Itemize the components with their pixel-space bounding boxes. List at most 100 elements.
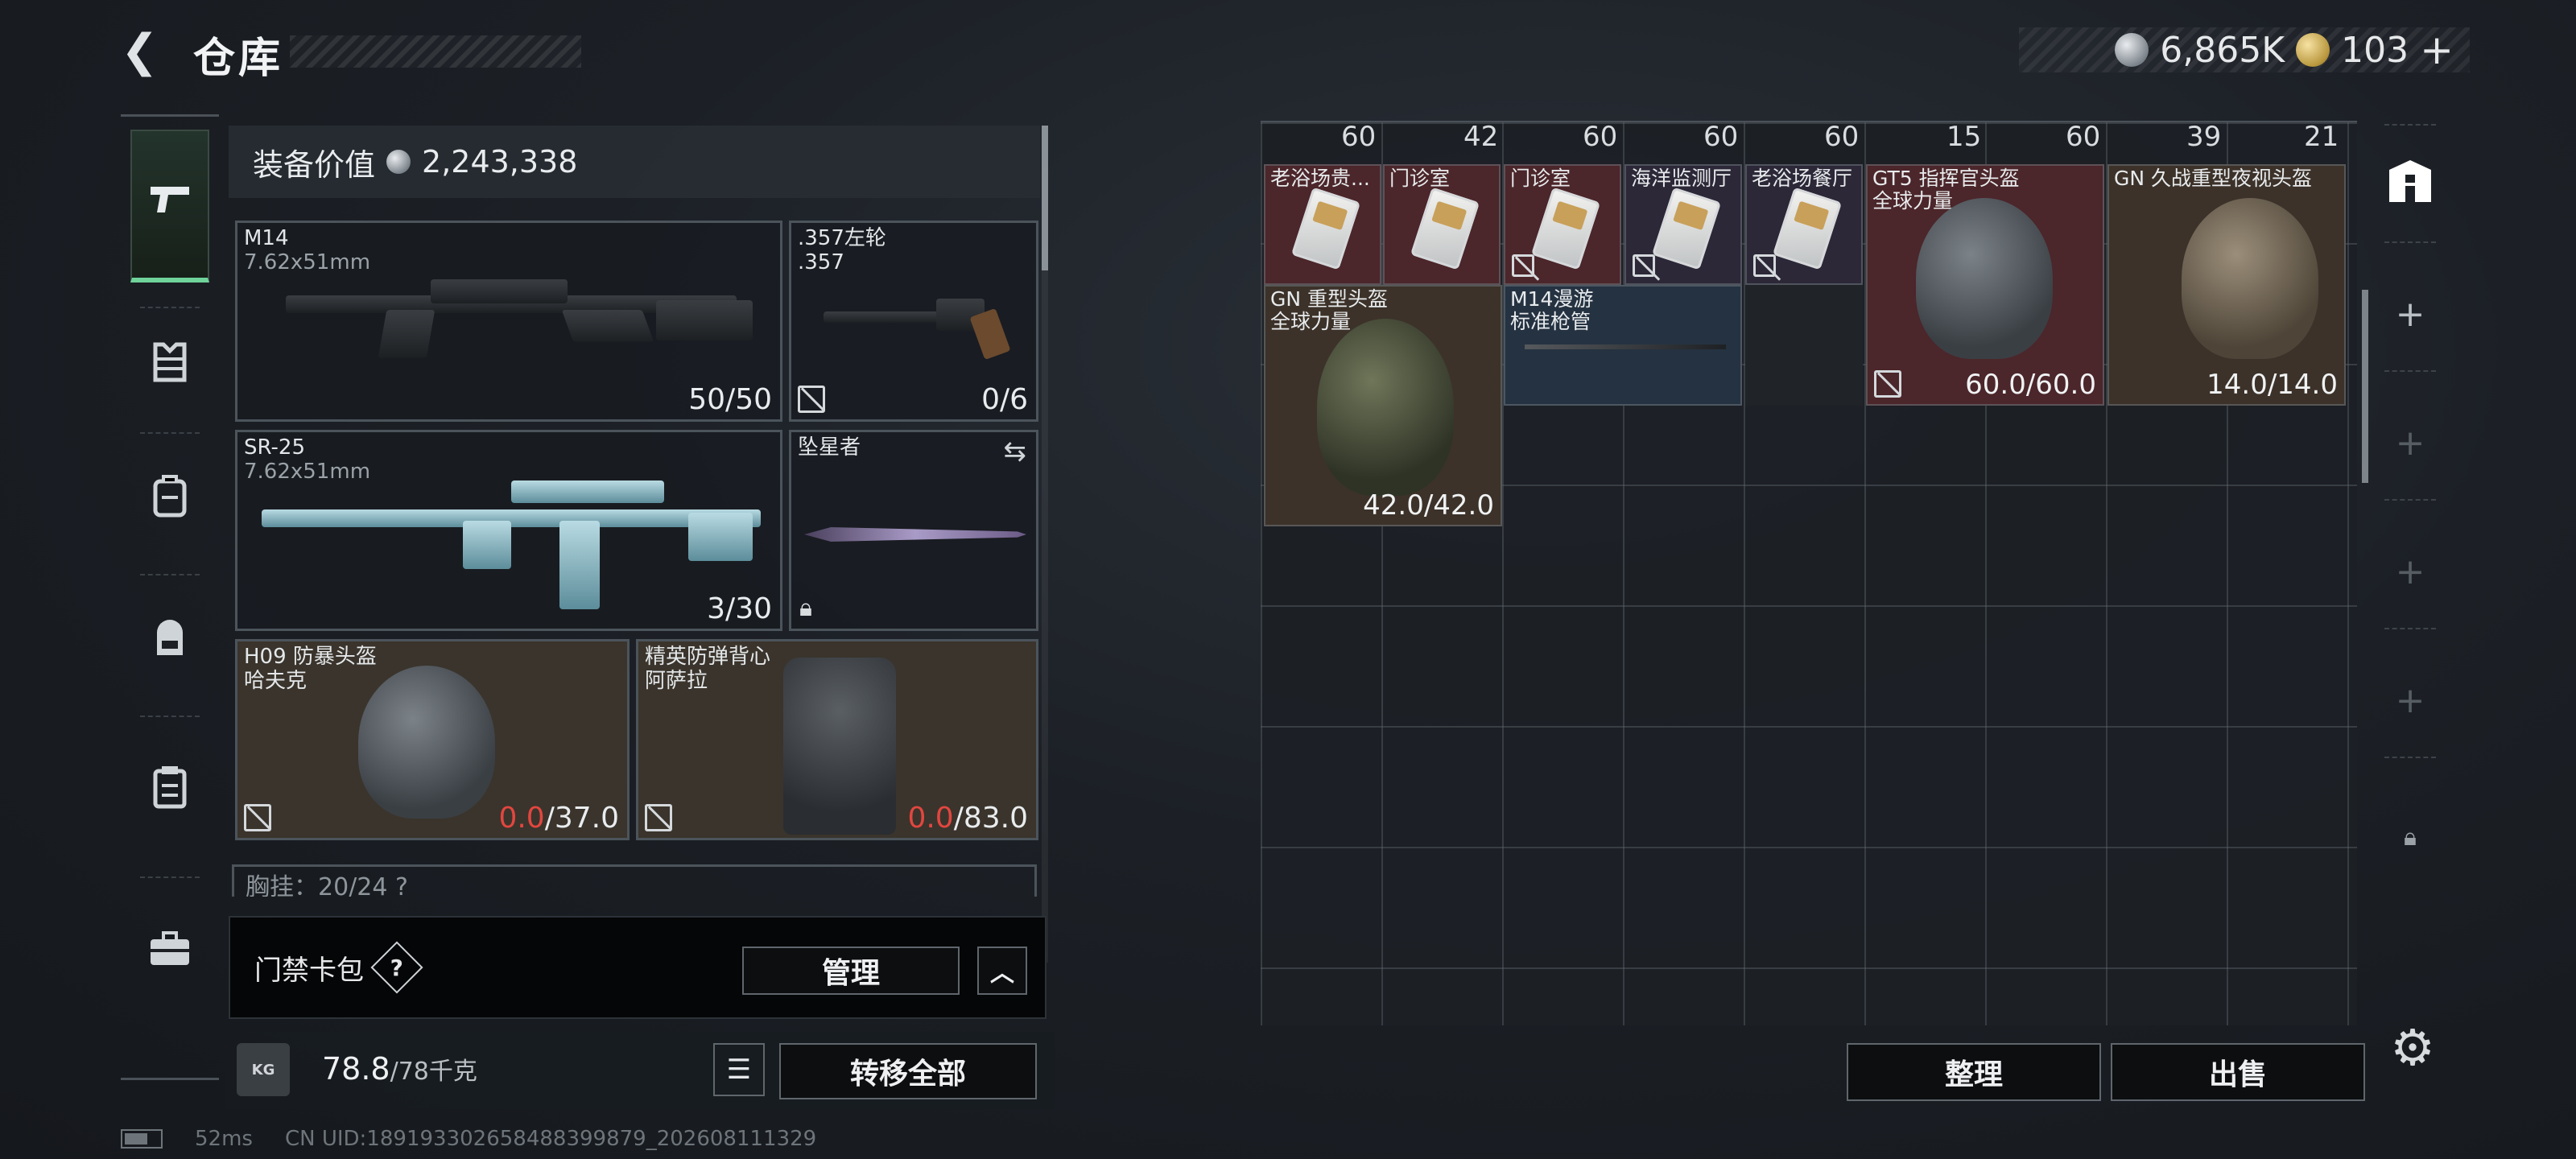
item-name: 门诊室 <box>1510 167 1571 190</box>
primary-weapon-slot[interactable]: M14 7.62x51mm 50/50 <box>235 221 782 422</box>
stack-count: 15 <box>1946 121 1982 153</box>
add-stash-tab-button[interactable]: + <box>2378 668 2442 732</box>
vest-image <box>783 658 896 835</box>
nav-safebox[interactable] <box>130 893 209 1013</box>
list-icon[interactable]: ☰ <box>713 1043 765 1096</box>
add-stash-tab-button[interactable]: + <box>2378 410 2442 475</box>
weight-value: 78.8/78千克 <box>322 1051 477 1087</box>
stash-grid[interactable]: 60 42 60 60 60 15 60 39 21 老浴场贵... 门诊室 门… <box>1261 121 2357 1025</box>
helmet-image <box>2182 198 2318 359</box>
lock-icon: 🔒︎ <box>799 594 812 622</box>
armor-name: 精英防弹背心 阿萨拉 <box>645 645 771 693</box>
armor-vest-icon <box>151 341 189 394</box>
stack-count: 60 <box>1341 121 1377 153</box>
silver-coin-icon <box>386 150 411 174</box>
add-currency-button[interactable]: + <box>2420 27 2454 73</box>
weight-icon: KG <box>237 1043 290 1096</box>
gold-coin-icon <box>2296 33 2330 67</box>
keycard-item[interactable]: 门诊室 <box>1383 164 1501 285</box>
armor-durability: 0.0/83.0 <box>907 802 1028 835</box>
gear-icon[interactable]: ⚙ <box>2384 1018 2441 1077</box>
item-durability: 14.0/14.0 <box>2207 369 2338 401</box>
helmet-image <box>1317 319 1454 496</box>
transfer-all-button[interactable]: 转移全部 <box>779 1043 1037 1099</box>
helmet-durability: 0.0/37.0 <box>498 802 619 835</box>
keycard-item[interactable]: 老浴场餐厅 <box>1745 164 1863 285</box>
weapon-caliber: 7.62x51mm <box>244 250 371 274</box>
no-bind-icon <box>1633 254 1655 277</box>
helmet-name: H09 防暴头盔 哈夫克 <box>244 645 377 693</box>
page-title: 仓库 <box>193 35 284 83</box>
keycard-item[interactable]: 海洋监测厅 <box>1624 164 1742 285</box>
ping-value: 52ms <box>195 1127 253 1151</box>
melee-name: 坠星者 <box>798 435 861 460</box>
helmet-slot[interactable]: H09 防暴头盔 哈夫克 0.0/37.0 <box>235 639 630 840</box>
stash-tabs: + + + + 🔒︎ <box>2378 121 2442 926</box>
keycard-pouch-bar: 门禁卡包 ? 管理 ︿ <box>229 916 1046 1019</box>
melee-slot[interactable]: 坠星者 ⇆ 🔒︎ <box>789 430 1038 631</box>
nav-backpack[interactable] <box>130 590 209 695</box>
keycard-image <box>1290 187 1361 270</box>
melee-blade-image <box>804 527 1026 542</box>
loadout-scrollbar[interactable] <box>1042 126 1048 963</box>
ammo-count: 0/6 <box>981 383 1028 416</box>
armor-slot[interactable]: 精英防弹背心 阿萨拉 0.0/83.0 <box>636 639 1038 840</box>
barrel-item[interactable]: M14漫游 标准枪管 <box>1504 285 1742 406</box>
helmet-item[interactable]: GN 重型头盔 全球力量 42.0/42.0 <box>1264 285 1502 526</box>
keycard-item[interactable]: 门诊室 <box>1504 164 1621 285</box>
help-icon[interactable]: ? <box>370 941 423 994</box>
item-name: 海洋监测厅 <box>1631 167 1732 190</box>
helmet-image <box>358 666 495 819</box>
add-stash-tab-button[interactable]: + <box>2378 282 2442 346</box>
container-icon <box>2384 155 2436 216</box>
equipment-value-bar: 装备价值 2,243,338 <box>229 126 1040 198</box>
no-bind-icon <box>244 804 271 831</box>
pistol-icon <box>147 180 192 229</box>
helmet-item[interactable]: GN 久战重型夜视头盔 14.0/14.0 <box>2107 164 2346 406</box>
scroll-thumb[interactable] <box>1042 126 1048 270</box>
stash-scrollbar[interactable] <box>2362 290 2368 483</box>
no-bind-icon <box>645 804 672 831</box>
ammo-count: 3/30 <box>707 592 772 625</box>
sort-button[interactable]: 整理 <box>1847 1043 2101 1101</box>
gold-amount: 103 <box>2341 29 2409 71</box>
item-name: 门诊室 <box>1389 167 1451 190</box>
lock-icon: 🔒︎ <box>2404 823 2417 852</box>
helmet-item[interactable]: GT5 指挥官头盔 全球力量 60.0/60.0 <box>1866 164 2104 406</box>
chest-rig-slot[interactable]: 胸挂：20/24 ? <box>232 864 1037 897</box>
no-bind-icon <box>798 386 825 413</box>
nav-armor[interactable] <box>130 323 209 411</box>
weapon-name: M14 <box>244 226 289 250</box>
keycard-image <box>1651 187 1722 270</box>
no-bind-icon <box>1753 254 1776 277</box>
stash-tab-main[interactable] <box>2378 153 2442 217</box>
keycard-item[interactable]: 老浴场贵... <box>1264 164 1381 285</box>
nav-pouch[interactable] <box>130 732 209 852</box>
uid-text: CN UID:18919330265848839987​9_2026081113… <box>284 1127 817 1151</box>
item-name: M14漫游 标准枪管 <box>1510 287 1594 333</box>
no-bind-icon <box>1512 254 1534 277</box>
sidearm-slot[interactable]: .357左轮 .357 0/6 <box>789 221 1038 422</box>
swap-icon[interactable]: ⇆ <box>1004 435 1027 468</box>
back-button[interactable]: ❮ <box>121 27 166 76</box>
add-stash-tab-button[interactable]: + <box>2378 539 2442 604</box>
secondary-weapon-slot[interactable]: SR-25 7.62x51mm 3/30 <box>235 430 782 631</box>
chevron-up-icon[interactable]: ︿ <box>977 947 1027 995</box>
stack-count: 60 <box>1583 121 1618 153</box>
battery-icon <box>121 1129 163 1149</box>
stack-count: 60 <box>2066 121 2101 153</box>
nav-chest-rig[interactable] <box>130 448 209 553</box>
briefcase-icon <box>149 929 191 977</box>
stack-count: 42 <box>1463 121 1499 153</box>
manage-button[interactable]: 管理 <box>742 947 960 995</box>
sell-button[interactable]: 出售 <box>2111 1043 2365 1101</box>
currency-bar: 6,865K 103 + <box>2019 27 2470 73</box>
backpack-alt-icon <box>151 473 189 529</box>
nav-weapons[interactable] <box>130 130 209 283</box>
keycard-pouch-label: 门禁卡包 <box>254 954 364 987</box>
weapon-name: SR-25 <box>244 435 305 460</box>
no-bind-icon <box>1874 370 1901 398</box>
title-decoration <box>290 35 581 68</box>
ammo-count: 50/50 <box>688 383 772 416</box>
item-name: GN 久战重型夜视头盔 <box>2114 167 2313 190</box>
